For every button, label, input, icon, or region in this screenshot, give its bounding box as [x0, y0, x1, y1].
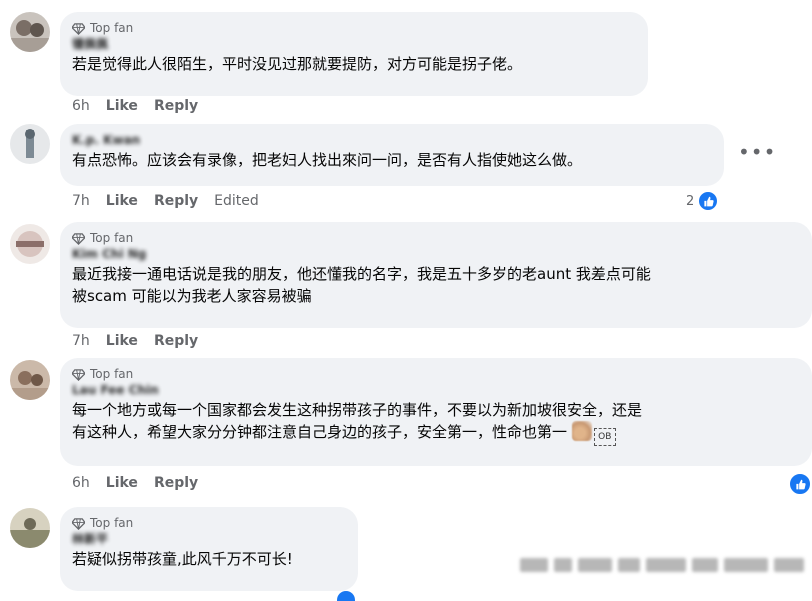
like-button[interactable]: Like — [106, 98, 138, 114]
comment-text-line: 最近我接一通电话说是我的朋友，他还懂我的名字，我是五十多岁的老aunt 我差点可… — [72, 265, 651, 283]
comment-author[interactable]: Lau Fee Chin — [72, 382, 800, 399]
comment-text: 若疑似拐带孩童,此风千万不可长! — [72, 550, 293, 568]
comment-text-line: 每一个地方或每一个国家都会发生这种拐带孩子的事件，不要以为新加坡很安全，还是 — [72, 401, 643, 419]
comment-bubble: Top fan 锺佩佩 若是觉得此人很陌生，平时没见过那就要提防，对方可能是拐子… — [60, 12, 648, 96]
hand-emoji-icon — [571, 421, 592, 441]
comment-author[interactable]: 锺佩佩 — [72, 36, 636, 53]
like-button[interactable]: Like — [106, 193, 138, 209]
top-fan-label: Top fan — [90, 231, 134, 245]
thumbs-up-icon — [698, 191, 719, 211]
comment-time[interactable]: 6h — [72, 475, 90, 491]
comment-time[interactable]: 7h — [72, 333, 90, 349]
comment-author[interactable]: 林新平 — [72, 531, 346, 548]
top-fan-label: Top fan — [90, 21, 134, 35]
comment-bubble: Top fan Kim Chi Ng 最近我接一通电话说是我的朋友，他还懂我的名… — [60, 222, 812, 328]
avatar[interactable] — [10, 224, 50, 264]
reply-button[interactable]: Reply — [154, 98, 198, 114]
diamond-icon — [71, 517, 86, 530]
reply-button[interactable]: Reply — [154, 193, 198, 209]
top-fan-badge: Top fan — [71, 515, 346, 531]
comment-actions: 7h Like Reply — [72, 333, 198, 349]
avatar[interactable] — [10, 12, 50, 52]
comment-text-line-wrapper: 有这种人，希望大家分分钟都注意自己身边的孩子，安全第一，性命也第一 OB — [72, 421, 800, 446]
edited-label: Edited — [214, 193, 259, 209]
avatar[interactable] — [10, 360, 50, 400]
reaction-number: 2 — [686, 193, 695, 209]
comment-actions: 6h Like Reply — [72, 475, 198, 491]
comment-text-line: 被scam 可能以为我老人家容易被骗 — [72, 287, 312, 305]
thumbs-up-icon — [337, 591, 355, 601]
diamond-icon — [71, 232, 86, 245]
top-fan-label: Top fan — [90, 516, 134, 530]
comment-bubble: K.p. Kwan 有点恐怖。应该会有录像，把老妇人找出來问一问，是否有人指使她… — [60, 124, 724, 186]
like-button[interactable]: Like — [106, 333, 138, 349]
thumbs-up-icon — [789, 473, 811, 495]
top-fan-badge: Top fan — [71, 20, 636, 36]
reaction-count[interactable] — [789, 473, 811, 495]
avatar[interactable] — [10, 124, 50, 164]
comment-text: 若是觉得此人很陌生，平时没见过那就要提防，对方可能是拐子佬。 — [72, 55, 523, 73]
comment-actions: 7h Like Reply Edited — [72, 193, 259, 209]
comment-time[interactable]: 7h — [72, 193, 90, 209]
comment-author[interactable]: K.p. Kwan — [72, 132, 712, 149]
top-fan-label: Top fan — [90, 367, 134, 381]
unsupported-emoji-box: OB — [593, 428, 616, 446]
comment-bubble: Top fan Lau Fee Chin 每一个地方或每一个国家都会发生这种拐带… — [60, 358, 812, 466]
blurred-watermark — [520, 552, 810, 578]
comment-text-line: 有这种人，希望大家分分钟都注意自己身边的孩子，安全第一，性命也第一 — [72, 423, 568, 441]
reply-button[interactable]: Reply — [154, 475, 198, 491]
comment-author[interactable]: Kim Chi Ng — [72, 246, 800, 263]
reply-button[interactable]: Reply — [154, 333, 198, 349]
top-fan-badge: Top fan — [71, 366, 800, 382]
comment-actions: 6h Like Reply — [72, 98, 198, 114]
diamond-icon — [71, 22, 86, 35]
avatar[interactable] — [10, 508, 50, 548]
comment-time[interactable]: 6h — [72, 98, 90, 114]
reaction-count[interactable]: 2 — [686, 191, 719, 211]
top-fan-badge: Top fan — [71, 230, 800, 246]
comment-text: 有点恐怖。应该会有录像，把老妇人找出來问一问，是否有人指使她这么做。 — [72, 151, 583, 169]
diamond-icon — [71, 368, 86, 381]
comment-bubble: Top fan 林新平 若疑似拐带孩童,此风千万不可长! — [60, 507, 358, 591]
like-button[interactable]: Like — [106, 475, 138, 491]
more-options-icon[interactable]: ••• — [738, 140, 776, 164]
